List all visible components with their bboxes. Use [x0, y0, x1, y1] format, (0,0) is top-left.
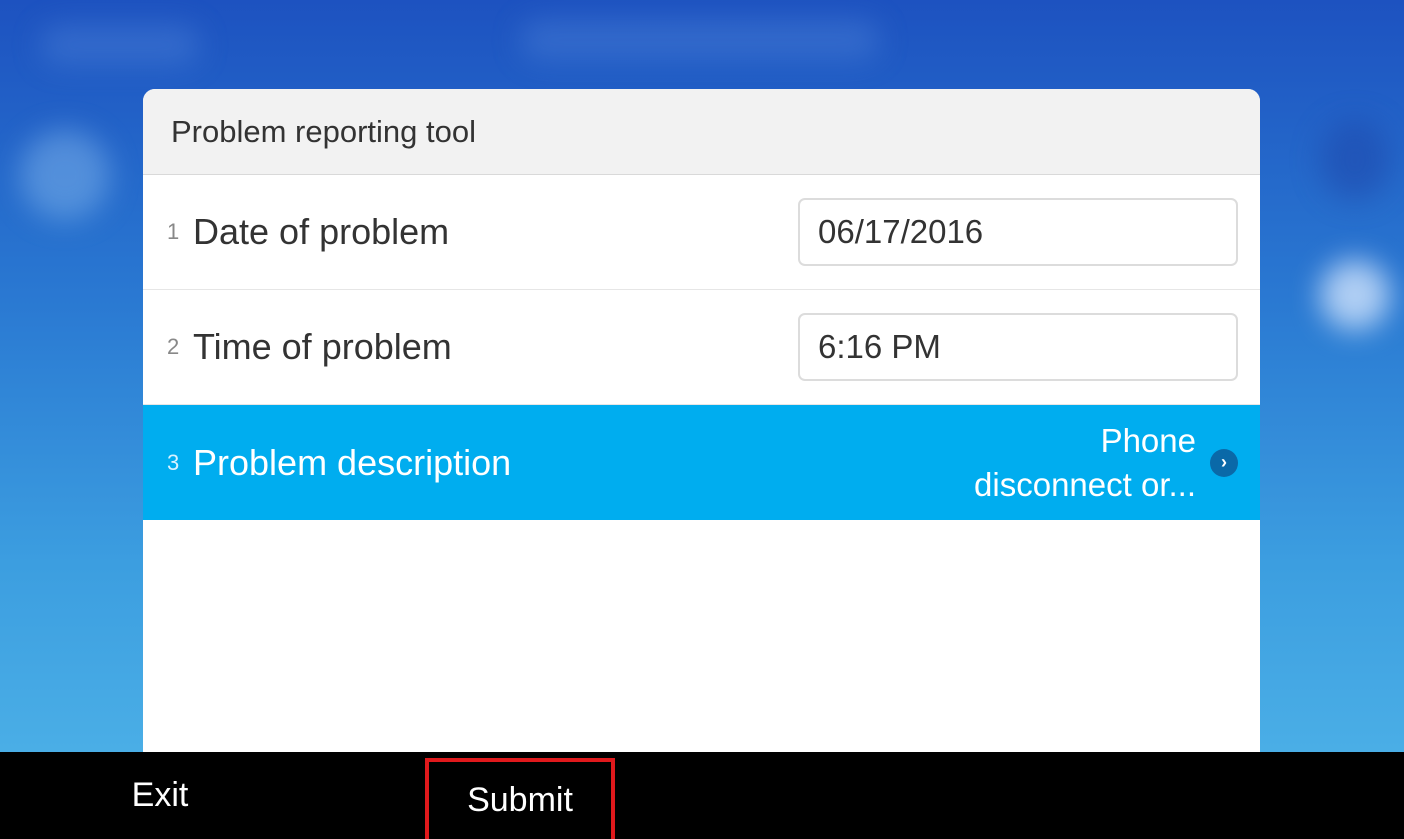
row-problem-description[interactable]: 3 Problem description Phone disconnect o…: [143, 405, 1260, 520]
row-label: Problem description: [193, 441, 512, 483]
row-label: Time of problem: [193, 326, 452, 367]
row-time-of-problem[interactable]: 2 Time of problem: [143, 290, 1260, 405]
row-number: 3: [167, 449, 180, 475]
problem-description-value: Phone disconnect or...: [974, 419, 1196, 507]
background-blur: [1320, 260, 1390, 330]
exit-button[interactable]: Exit: [110, 752, 210, 839]
value-line: disconnect or...: [974, 465, 1196, 503]
row-date-of-problem[interactable]: 1 Date of problem: [143, 175, 1260, 290]
background-blur: [1320, 120, 1390, 200]
background-blur: [40, 25, 200, 65]
chevron-right-icon[interactable]: ›: [1210, 448, 1238, 477]
row-label: Date of problem: [193, 211, 450, 252]
row-number: 2: [167, 334, 180, 359]
dialog-header: Problem reporting tool: [143, 89, 1260, 175]
problem-reporting-dialog: Problem reporting tool 1 Date of problem…: [143, 89, 1260, 752]
date-input[interactable]: [798, 198, 1238, 266]
screen: Problem reporting tool 1 Date of problem…: [0, 0, 1404, 839]
row-number: 1: [167, 219, 180, 244]
background-blur: [520, 20, 880, 60]
dialog-title: Problem reporting tool: [171, 113, 476, 149]
background-blur: [20, 130, 110, 220]
softkey-bar: Exit Submit: [0, 752, 1404, 839]
submit-button[interactable]: Submit: [425, 758, 615, 839]
time-input[interactable]: [798, 313, 1238, 381]
value-line: Phone: [1100, 421, 1196, 459]
